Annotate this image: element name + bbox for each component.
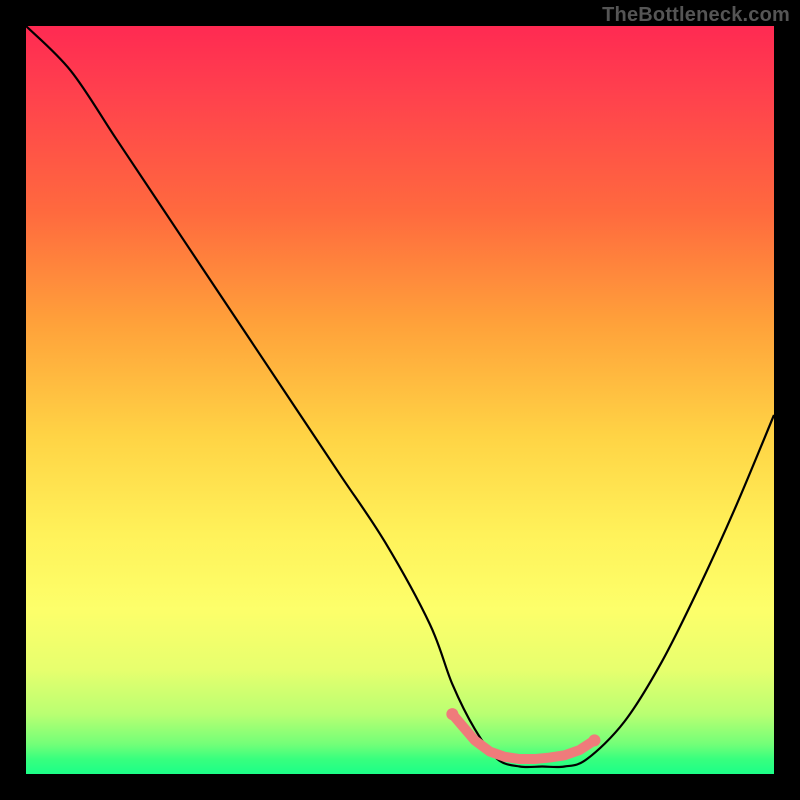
- bottleneck-curve: [26, 26, 774, 767]
- optimal-range-end-dot: [588, 734, 600, 746]
- plot-area: [26, 26, 774, 774]
- optimal-range-start-dot: [446, 708, 458, 720]
- watermark-text: TheBottleneck.com: [602, 4, 790, 27]
- chart-frame: TheBottleneck.com: [0, 0, 800, 800]
- optimal-range-markers: [446, 708, 600, 759]
- curve-layer: [26, 26, 774, 774]
- optimal-range-line: [452, 714, 594, 759]
